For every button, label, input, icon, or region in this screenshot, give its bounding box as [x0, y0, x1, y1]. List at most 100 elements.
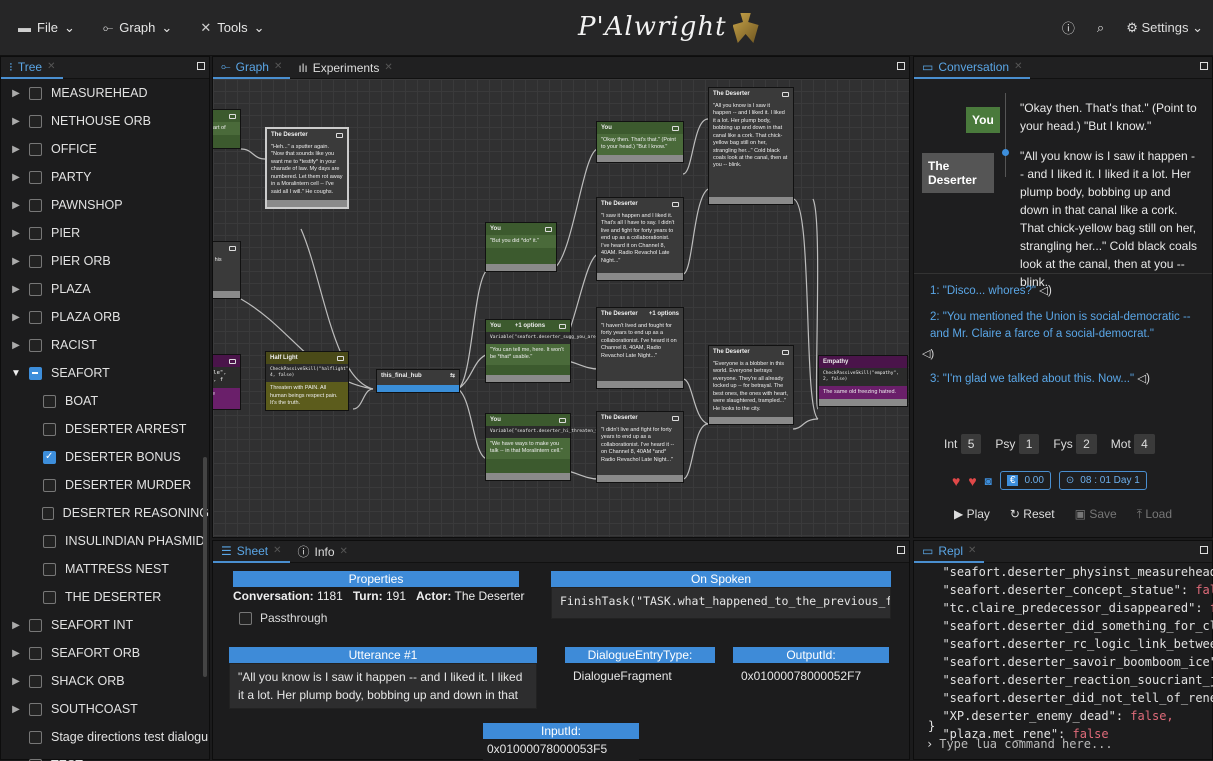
- tree-item[interactable]: BOAT: [9, 387, 209, 415]
- expand-icon[interactable]: ▶: [9, 340, 23, 351]
- tree-checkbox[interactable]: [29, 227, 42, 240]
- tree-item[interactable]: DESERTER BONUS: [9, 443, 209, 471]
- graph-node-hub[interactable]: this_final_hub⇆: [376, 369, 460, 393]
- tree-checkbox[interactable]: [29, 367, 42, 380]
- tab-conversation[interactable]: ▭Conversation✕: [914, 57, 1030, 79]
- graph-node-deserter[interactable]: The Deserter"Heh..." a sputter again. "N…: [265, 127, 349, 209]
- choice-2[interactable]: 2: "You mentioned the Union is social-de…: [930, 309, 1198, 343]
- expand-icon[interactable]: ▶: [9, 172, 23, 183]
- tree-item[interactable]: MATTRESS NEST: [9, 555, 209, 583]
- tree-checkbox[interactable]: [29, 199, 42, 212]
- settings-menu[interactable]: ⚙ Settings ⌄: [1126, 20, 1203, 36]
- dialogue-type-field[interactable]: DialogueFragment: [565, 663, 715, 695]
- graph-node-you[interactable]: YouVariable["seafort.deserter_hi_threate…: [485, 413, 571, 481]
- tree-item[interactable]: ▶SEAFORT ORB: [9, 639, 209, 667]
- tree-item[interactable]: DESERTER REASONING: [9, 499, 209, 527]
- expand-icon[interactable]: ▶: [9, 256, 23, 267]
- tree-item[interactable]: DESERTER MURDER: [9, 471, 209, 499]
- tree-checkbox[interactable]: [29, 619, 42, 632]
- choice-3[interactable]: 3: "I'm glad we talked about this. Now..…: [930, 371, 1150, 388]
- maximize-icon[interactable]: [897, 62, 905, 70]
- tree-checkbox[interactable]: [29, 255, 42, 268]
- expand-icon[interactable]: ▶: [9, 200, 23, 211]
- expand-icon[interactable]: ▶: [9, 676, 23, 687]
- expand-icon[interactable]: ▶: [9, 88, 23, 99]
- tree-item[interactable]: ▶PIER ORB: [9, 247, 209, 275]
- tree-item[interactable]: ▶NETHOUSE ORB: [9, 107, 209, 135]
- tree-item[interactable]: ▼SEAFORT: [9, 359, 209, 387]
- tab-repl[interactable]: ▭Repl✕: [914, 541, 984, 563]
- graph-canvas[interactable]: eart of p his ple", 4, fre The Deserter"…: [213, 79, 909, 537]
- play-button[interactable]: ▶ Play: [954, 507, 990, 522]
- output-id-field[interactable]: 0x01000078000052F7: [733, 663, 889, 695]
- graph-node-fragment[interactable]: p his: [213, 241, 241, 299]
- tree-checkbox[interactable]: [29, 675, 42, 688]
- tree-checkbox[interactable]: [29, 703, 42, 716]
- graph-node-empathy[interactable]: EmpathyCheckPassiveSkill("empathy", 2, f…: [818, 355, 908, 407]
- tree-item[interactable]: ▶PARTY: [9, 163, 209, 191]
- tree-item[interactable]: ▶MEASUREHEAD: [9, 79, 209, 107]
- tree-checkbox[interactable]: [43, 423, 56, 436]
- tree-item[interactable]: ▶SHACK ORB: [9, 667, 209, 695]
- tree-checkbox[interactable]: [29, 115, 42, 128]
- repl-input[interactable]: Type lua command here...: [939, 737, 1112, 751]
- file-menu[interactable]: ▬File⌄: [12, 20, 81, 36]
- tree-checkbox[interactable]: [43, 395, 56, 408]
- graph-node-deserter[interactable]: The Deserter"All you know is I saw it ha…: [708, 87, 794, 205]
- collapse-icon[interactable]: ▼: [9, 368, 23, 379]
- expand-icon[interactable]: ▶: [9, 144, 23, 155]
- info-icon[interactable]: ⓘ: [1062, 18, 1075, 37]
- tree-checkbox[interactable]: [29, 171, 42, 184]
- tree-item[interactable]: ▶PIER: [9, 219, 209, 247]
- graph-node-fragment[interactable]: eart of: [213, 109, 241, 149]
- speaker-icon[interactable]: ◁): [922, 347, 934, 360]
- expand-icon[interactable]: ▶: [9, 648, 23, 659]
- tree-checkbox[interactable]: [29, 87, 42, 100]
- tree-checkbox[interactable]: [43, 451, 56, 464]
- expand-icon[interactable]: ▶: [9, 228, 23, 239]
- graph-node-deserter[interactable]: The Deserter"I didn't live and fight for…: [596, 411, 684, 483]
- tree-checkbox[interactable]: [29, 339, 42, 352]
- expand-icon[interactable]: ▶: [9, 312, 23, 323]
- tree-checkbox[interactable]: [29, 731, 42, 744]
- graph-node-half-light[interactable]: Half LightCheckPassiveSkill("halflight",…: [265, 351, 349, 411]
- tab-info[interactable]: ⓘInfo✕: [290, 541, 356, 563]
- maximize-icon[interactable]: [897, 546, 905, 554]
- maximize-icon[interactable]: [197, 62, 205, 70]
- maximize-icon[interactable]: [1200, 546, 1208, 554]
- graph-node-you[interactable]: You+1 optionsVariable["seafort.deserter_…: [485, 319, 571, 383]
- tree-item[interactable]: ▶OFFICE: [9, 135, 209, 163]
- tree-item[interactable]: DESERTER ARREST: [9, 415, 209, 443]
- search-icon[interactable]: ⌕: [1097, 20, 1104, 36]
- tree-item[interactable]: Stage directions test dialogu: [9, 723, 209, 751]
- graph-node-you[interactable]: You"But you did *do* it.": [485, 222, 557, 272]
- input-id-field[interactable]: 0x01000078000053F5: [483, 739, 639, 761]
- tree-item[interactable]: ▶PAWNSHOP: [9, 191, 209, 219]
- tree-checkbox[interactable]: [43, 591, 56, 604]
- expand-icon[interactable]: ▶: [9, 620, 23, 631]
- tree-checkbox[interactable]: [29, 311, 42, 324]
- tree-checkbox[interactable]: [29, 143, 42, 156]
- load-button[interactable]: ⤒ Load: [1137, 507, 1172, 522]
- expand-icon[interactable]: ▶: [9, 704, 23, 715]
- tree-checkbox[interactable]: [29, 283, 42, 296]
- tree-item[interactable]: ▶PLAZA: [9, 275, 209, 303]
- maximize-icon[interactable]: [1200, 62, 1208, 70]
- graph-node-deserter[interactable]: The Deserter"I saw it happen and I liked…: [596, 197, 684, 281]
- tab-tree[interactable]: ⁝Tree✕: [1, 57, 63, 79]
- tab-experiments[interactable]: ılıExperiments✕: [290, 57, 400, 79]
- tree-checkbox[interactable]: [42, 507, 54, 520]
- tab-graph[interactable]: ⟜Graph✕: [213, 57, 290, 79]
- expand-icon[interactable]: ▶: [9, 284, 23, 295]
- tree-checkbox[interactable]: [43, 535, 56, 548]
- tree-item[interactable]: ▶RACIST: [9, 331, 209, 359]
- tab-sheet[interactable]: ☰Sheet✕: [213, 541, 290, 563]
- tree-checkbox[interactable]: [29, 647, 42, 660]
- reset-button[interactable]: ↻ Reset: [1010, 507, 1055, 522]
- tree-item[interactable]: THE DESERTER: [9, 583, 209, 611]
- tree-item[interactable]: ▶SEAFORT INT: [9, 611, 209, 639]
- tree-scrollbar[interactable]: [203, 457, 207, 677]
- choice-1[interactable]: 1: "Disco... whores?" ◁): [930, 283, 1052, 300]
- graph-node-deserter[interactable]: The Deserter+1 options"I haven't lived a…: [596, 307, 684, 389]
- graph-menu[interactable]: ⟜Graph⌄: [97, 20, 178, 36]
